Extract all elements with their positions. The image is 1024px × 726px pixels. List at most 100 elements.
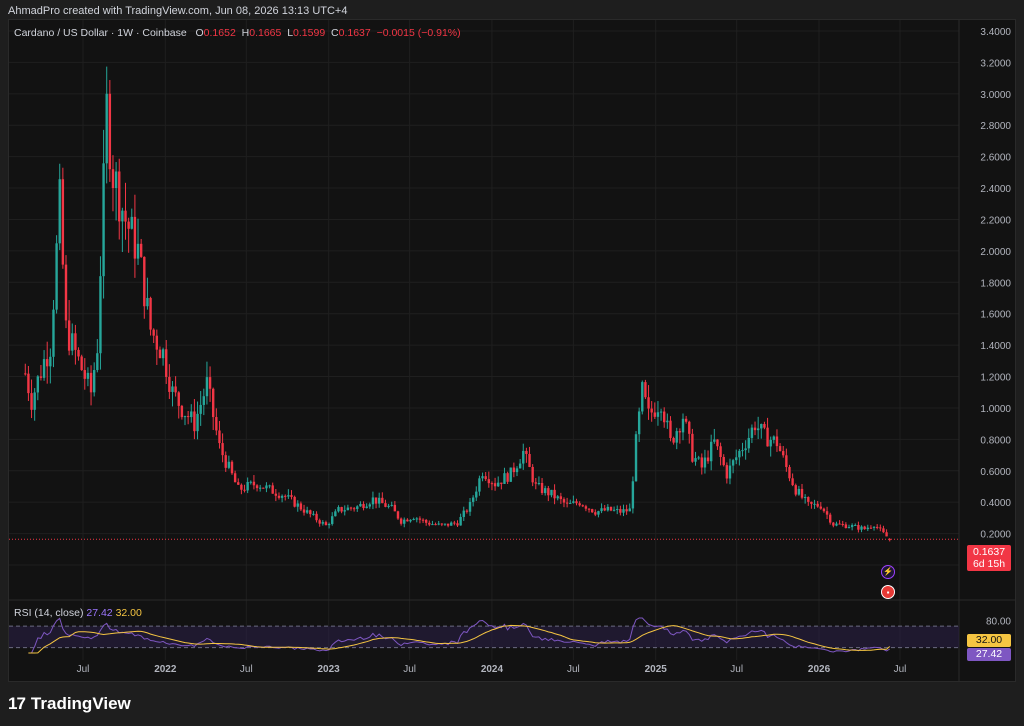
candle-body (221, 443, 224, 456)
candle-body (481, 476, 484, 479)
candle-body (816, 503, 819, 507)
candle-body (406, 519, 409, 522)
candle-body (315, 513, 318, 521)
candle-body (600, 508, 603, 512)
low-value: 0.1599 (293, 27, 326, 39)
chart-panel[interactable]: Jul 2022 Jul 2023 Jul 2024 Jul 2025 Jul 2026 Jul 3.… (8, 19, 1016, 682)
candle-body (471, 497, 475, 502)
candle-body (663, 411, 666, 423)
candle-body (450, 522, 453, 526)
candle-body (497, 482, 500, 487)
candle-body (55, 243, 58, 310)
candle-body (659, 411, 663, 413)
candle-body (760, 423, 763, 429)
candle-body (863, 526, 866, 530)
candle-body (534, 482, 537, 484)
candle-body (813, 503, 816, 505)
candle-body (230, 461, 234, 474)
candle-body (559, 496, 563, 500)
candle-body (258, 487, 262, 489)
x-tick-label: Jul (77, 664, 90, 675)
candle-body (215, 417, 218, 431)
candle-body (475, 491, 478, 498)
candle-body (331, 516, 334, 524)
candle-body (399, 518, 403, 524)
candle-body (359, 503, 362, 507)
rsi-label[interactable]: RSI (14, close) (14, 607, 83, 619)
y-tick-label: 1.4000 (980, 341, 1011, 352)
candle-body (161, 349, 165, 359)
candle-body (503, 473, 506, 484)
candle-body (515, 468, 519, 473)
candle-body (725, 465, 729, 479)
candle-body (543, 488, 547, 494)
candle-body (277, 495, 281, 498)
x-tick-label: Jul (240, 664, 253, 675)
candle-body (509, 467, 512, 482)
candle-body (61, 179, 65, 265)
candle-body (384, 503, 387, 507)
candle-body (58, 179, 61, 244)
candle-body (155, 335, 159, 350)
candle-body (778, 446, 782, 452)
candle-body (71, 333, 74, 351)
candle-body (647, 397, 650, 409)
y-tick-label: 2.0000 (980, 247, 1011, 258)
candle-body (829, 514, 832, 523)
candle-body (634, 434, 638, 482)
candle-body (637, 411, 641, 435)
x-tick-label: 2026 (808, 664, 831, 675)
tradingview-logo[interactable]: 17 TradingView (8, 694, 131, 714)
candle-body (622, 509, 625, 513)
candle-body (750, 427, 754, 438)
candle-body (274, 493, 278, 496)
y-tick-label: 3.0000 (980, 90, 1011, 101)
candle-body (763, 423, 766, 428)
close-value: 0.1637 (338, 27, 371, 39)
symbol-title[interactable]: Cardano / US Dollar · 1W · Coinbase (14, 27, 187, 39)
candle-body (252, 481, 256, 486)
rsi-value: 27.42 (86, 607, 113, 619)
candle-body (202, 396, 206, 405)
rsi-legend: RSI (14, close) 27.42 32.00 (14, 607, 142, 619)
candle-body (249, 481, 252, 483)
candle-body (424, 519, 428, 523)
tv-mark-icon: 17 (8, 694, 26, 713)
change-value: −0.0015 (−0.91%) (376, 27, 461, 39)
candle-body (237, 482, 240, 485)
candle-body (240, 484, 243, 490)
candle-body (578, 503, 581, 506)
candle-body (280, 495, 284, 498)
candle-body (30, 393, 33, 410)
candle-body (180, 405, 184, 418)
candle-body (158, 349, 162, 359)
candle-body (149, 297, 152, 330)
candle-body (688, 421, 691, 434)
candle-body (753, 427, 757, 431)
candle-body (706, 457, 710, 462)
candle-body (575, 501, 578, 504)
candle-body (24, 373, 27, 375)
price-chart[interactable]: Jul 2022 Jul 2023 Jul 2024 Jul 2025 Jul 2026 Jul 3.… (9, 20, 1016, 682)
candle-body (616, 509, 619, 511)
candle-body (456, 523, 459, 526)
candle-body (390, 504, 393, 506)
candle-body (393, 504, 397, 512)
lightning-icon[interactable]: ⚡ (881, 565, 895, 579)
candle-body (318, 520, 321, 524)
y-tick-label: 2.6000 (980, 153, 1011, 164)
candle-body (609, 506, 613, 511)
candle-body (243, 489, 246, 491)
candle-body (606, 506, 610, 511)
candle-body (190, 411, 193, 418)
candle-body (305, 510, 309, 513)
us-flag-icon[interactable]: ▪ (881, 585, 895, 599)
candle-body (381, 497, 384, 504)
candle-body (644, 382, 647, 398)
candle-body (800, 488, 804, 498)
y-tick-label: 1.2000 (980, 373, 1011, 384)
y-tick-label: 1.6000 (980, 310, 1011, 321)
candle-body (290, 495, 293, 497)
candle-body (819, 506, 823, 509)
candle-body (810, 501, 813, 504)
